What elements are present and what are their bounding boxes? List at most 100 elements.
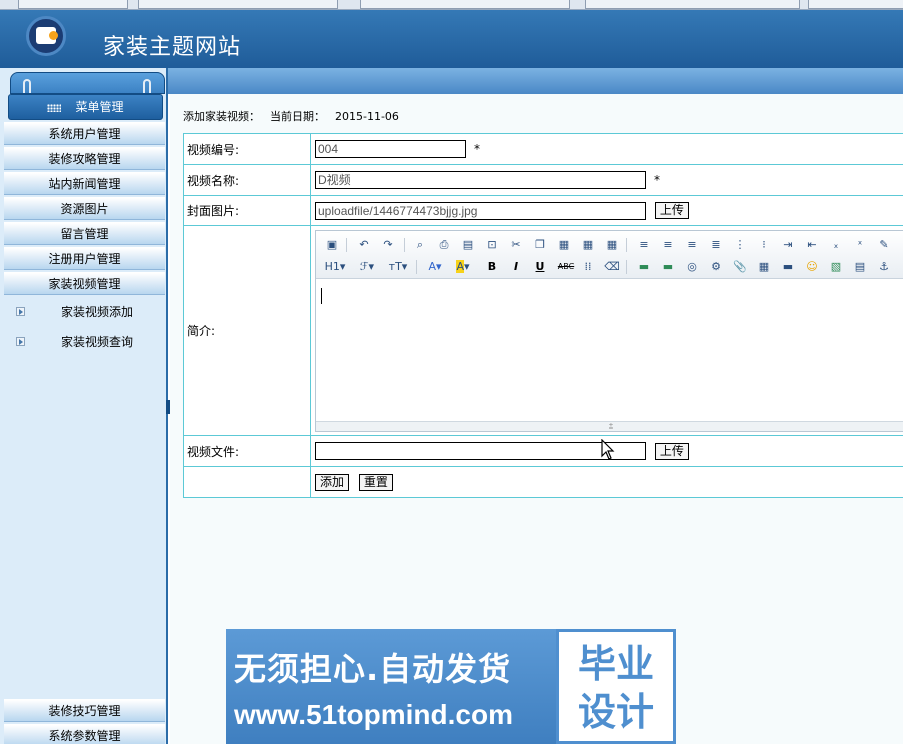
cover-input[interactable]: uploadfile/1446774473bjjg.jpg	[315, 201, 646, 220]
undo-icon[interactable]: ↶	[356, 237, 372, 253]
insert-media-icon[interactable]: ◎	[684, 259, 700, 275]
redo-icon[interactable]: ↷	[380, 237, 396, 253]
superscript-icon[interactable]: ˣ	[852, 237, 868, 253]
heading-button[interactable]: H1▾	[322, 259, 348, 275]
align-left-icon[interactable]: ≡	[636, 237, 652, 253]
underline-button[interactable]: U	[532, 259, 548, 275]
paste-text-icon[interactable]: ▦	[580, 237, 596, 253]
browser-tab[interactable]	[585, 0, 800, 9]
bold-button[interactable]: B	[484, 259, 500, 275]
source-icon[interactable]: ▣	[324, 237, 340, 253]
video-file-input[interactable]	[315, 442, 646, 460]
sidebar-item-decoration-tips[interactable]: 装修技巧管理	[4, 699, 165, 722]
sidebar-item-decoration-guides[interactable]: 装修攻略管理	[4, 147, 165, 170]
form-row-intro: 简介: ▣ ↶ ↷ ⌕ ⎙ ▤ ⊡ ✂ ❐ ▦ ▦ ▦ ≡ ≡ ≡ ≣ ⋮ ⁝ …	[183, 225, 903, 436]
video-file-label: 视频文件:	[183, 435, 311, 467]
code-icon[interactable]: ⊡	[484, 237, 500, 253]
strikethrough-button[interactable]: ABC	[556, 259, 576, 275]
badge-line-2: 设计	[577, 690, 654, 734]
unordered-list-icon[interactable]: ⁝	[756, 237, 772, 253]
font-size-icon[interactable]: тT▾	[386, 259, 410, 275]
browser-tab[interactable]	[18, 0, 128, 9]
emoticon-icon[interactable]: ☺	[804, 259, 820, 275]
editor-toolbar: ▣ ↶ ↷ ⌕ ⎙ ▤ ⊡ ✂ ❐ ▦ ▦ ▦ ≡ ≡ ≡ ≣ ⋮ ⁝ ⇥ ⇤ …	[316, 231, 903, 279]
date-label: 当前日期：	[270, 110, 325, 123]
sidebar: 菜单管理 系统用户管理 装修攻略管理 站内新闻管理 资源图片 留言管理 注册用户…	[0, 68, 168, 744]
sidebar-item-system-users[interactable]: 系统用户管理	[4, 122, 165, 145]
intro-label: 简介:	[183, 225, 311, 436]
banner-slogan: 无须担心.自动发货	[234, 650, 512, 688]
align-right-icon[interactable]: ≡	[684, 237, 700, 253]
sidebar-subitem-query-video[interactable]: 家装视频查询	[14, 328, 164, 356]
video-no-label: 视频编号:	[183, 133, 311, 165]
paste-icon[interactable]: ▦	[556, 237, 572, 253]
sidebar-subitem-label: 家装视频查询	[61, 335, 134, 349]
editor-resize-handle[interactable]: ⩲	[316, 421, 903, 431]
cover-cell: uploadfile/1446774473bjjg.jpg 上传	[310, 195, 903, 226]
subscript-icon[interactable]: ₓ	[828, 237, 844, 253]
triangle-right-icon	[16, 337, 25, 346]
menu-header[interactable]: 菜单管理	[8, 94, 163, 120]
triangle-right-icon	[16, 307, 25, 316]
sidebar-item-site-news[interactable]: 站内新闻管理	[4, 172, 165, 195]
actions-label-cell	[183, 466, 311, 498]
horizontal-rule-icon[interactable]: ▬	[780, 259, 796, 275]
italic-button[interactable]: I	[508, 259, 524, 275]
menu-header-label: 菜单管理	[75, 100, 124, 114]
video-upload-button[interactable]: 上传	[654, 442, 689, 460]
table-icon[interactable]: ▦	[756, 259, 772, 275]
highlight-button[interactable]: A▾	[452, 259, 474, 275]
clear-format-icon[interactable]: ✎	[876, 237, 892, 253]
browser-tab[interactable]	[138, 0, 338, 9]
copy-icon[interactable]: ❐	[532, 237, 548, 253]
align-justify-icon[interactable]: ≣	[708, 237, 724, 253]
browser-tab-strip	[0, 0, 903, 10]
font-family-icon[interactable]: ℱ▾	[356, 259, 378, 275]
preview-icon[interactable]: ⌕	[412, 237, 428, 253]
mouse-pointer-icon	[601, 439, 615, 460]
font-color-button[interactable]: A▾	[424, 259, 446, 275]
template-icon[interactable]: ▤	[460, 237, 476, 253]
page-break-icon[interactable]: ▤	[852, 259, 868, 275]
print-icon[interactable]: ⎙	[436, 237, 452, 253]
required-mark: *	[474, 142, 480, 156]
browser-tab[interactable]	[808, 0, 903, 9]
site-header: 家装主题网站	[0, 10, 903, 68]
sidebar-item-resource-images[interactable]: 资源图片	[4, 197, 165, 220]
browser-tab[interactable]	[360, 0, 570, 9]
cover-upload-button[interactable]: 上传	[654, 202, 689, 219]
sidebar-item-registered-users[interactable]: 注册用户管理	[4, 247, 165, 270]
sidebar-item-messages[interactable]: 留言管理	[4, 222, 165, 245]
add-video-form: 视频编号: 004 * 视频名称: D视频 * 封面图片: uploadfile/1…	[183, 133, 903, 498]
form-row-video-name: 视频名称: D视频 *	[183, 164, 903, 196]
attachment-icon[interactable]: 📎	[732, 259, 748, 275]
watermark-banner: 无须担心.自动发货 www.51topmind.com 毕业 设计	[226, 629, 676, 744]
insert-image-icon[interactable]: ▬	[636, 259, 652, 275]
select-all-icon[interactable]: ⁞⁞	[580, 259, 596, 275]
image-icon[interactable]: ▧	[828, 259, 844, 275]
sidebar-item-video-management[interactable]: 家装视频管理	[4, 272, 165, 295]
add-button[interactable]: 添加	[315, 473, 350, 491]
anchor-icon[interactable]: ⚓	[876, 259, 892, 275]
video-no-input[interactable]: 004	[315, 140, 466, 158]
page-heading: 添加家装视频： 当前日期： 2015-11-06	[183, 108, 409, 124]
insert-flash-icon[interactable]: ▬	[660, 259, 676, 275]
sidebar-subitem-add-video[interactable]: 家装视频添加	[14, 298, 164, 326]
banner-url: www.51topmind.com	[234, 699, 513, 730]
sidebar-item-system-params[interactable]: 系统参数管理	[4, 724, 165, 744]
eraser-icon[interactable]: ⌫	[604, 259, 620, 275]
video-name-cell: D视频 *	[310, 164, 903, 196]
reset-button[interactable]: 重置	[358, 473, 393, 491]
ordered-list-icon[interactable]: ⋮	[732, 237, 748, 253]
outdent-icon[interactable]: ⇤	[804, 237, 820, 253]
sidebar-subitem-label: 家装视频添加	[61, 305, 134, 319]
menu-header-cap	[10, 72, 165, 94]
insert-video-icon[interactable]: ⚙	[708, 259, 724, 275]
form-row-video-file: 视频文件: 上传	[183, 435, 903, 467]
video-name-input[interactable]: D视频	[315, 171, 646, 189]
cut-icon[interactable]: ✂	[508, 237, 524, 253]
align-center-icon[interactable]: ≡	[660, 237, 676, 253]
indent-icon[interactable]: ⇥	[780, 237, 796, 253]
site-logo	[26, 16, 66, 56]
paste-word-icon[interactable]: ▦	[604, 237, 620, 253]
